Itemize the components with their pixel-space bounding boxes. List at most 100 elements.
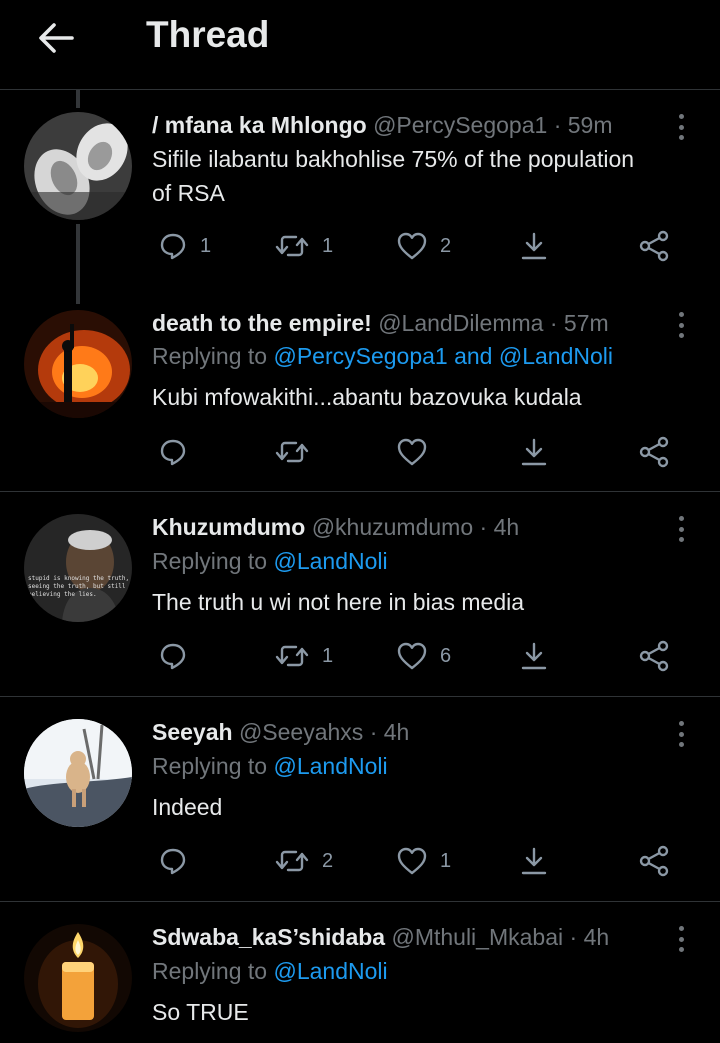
reply-button[interactable]: [158, 841, 200, 881]
share-button[interactable]: [638, 636, 670, 676]
tweet-text: Kubi mfowakithi...abantu bazovuka kudala: [152, 380, 702, 414]
tweet-header: Khuzumdumo @khuzumdumo · 4h: [152, 510, 670, 544]
tweet-text-line: Kubi mfowakithi...abantu bazovuka kudala: [152, 384, 582, 410]
save-button[interactable]: [519, 432, 549, 472]
tweet[interactable]: death to the empire! @LandDilemma · 57m …: [0, 288, 720, 492]
replying-to: Replying to @LandNoli: [152, 545, 388, 577]
tweet[interactable]: Sdwaba_kaS’shidaba @Mthuli_Mkabai · 4h R…: [0, 902, 720, 1043]
tweet-text-line: The truth u wi not here in bias media: [152, 589, 525, 615]
reply-icon: [160, 848, 186, 875]
user-handle[interactable]: @Seeyahxs: [239, 719, 363, 745]
like-count: 1: [440, 849, 452, 872]
avatar-caption-line: believing the lies.: [28, 591, 97, 598]
action-bar: 2 1: [152, 841, 682, 881]
tweet-text: So TRUE: [152, 995, 702, 1029]
retweet-button[interactable]: 2: [274, 841, 333, 881]
share-button[interactable]: [638, 841, 670, 881]
avatar-caption-line: stupid is knowing the truth,: [28, 575, 129, 582]
avatar[interactable]: stupid is knowing the truth, seeing the …: [24, 514, 132, 622]
display-name[interactable]: Seeyah: [152, 719, 233, 745]
tweet-header: / mfana ka Mhlongo @PercySegopa1 · 59m: [152, 108, 670, 142]
retweet-icon: [275, 235, 309, 257]
separator-dot: ·: [479, 514, 488, 540]
more-vertical-icon: [678, 312, 684, 317]
save-download-icon: [521, 847, 547, 875]
save-button[interactable]: [519, 226, 549, 266]
back-button[interactable]: [34, 18, 78, 58]
replying-prefix: Replying to: [152, 343, 274, 369]
tweet[interactable]: / mfana ka Mhlongo @PercySegopa1 · 59m S…: [0, 90, 720, 304]
more-button[interactable]: [670, 514, 692, 544]
reply-icon: [160, 233, 186, 260]
tweet[interactable]: stupid is knowing the truth, seeing the …: [0, 492, 720, 697]
retweet-button[interactable]: 1: [274, 226, 333, 266]
reply-button[interactable]: [158, 636, 200, 676]
share-button[interactable]: [638, 432, 670, 472]
replying-mention[interactable]: @LandNoli: [273, 958, 387, 984]
more-button[interactable]: [670, 924, 692, 954]
thread-line-top: [76, 90, 80, 108]
replying-mention[interactable]: @LandNoli: [273, 753, 387, 779]
display-name[interactable]: death to the empire!: [152, 310, 372, 336]
reply-icon: [160, 439, 186, 466]
tweet-header: death to the empire! @LandDilemma · 57m: [152, 306, 670, 340]
heart-icon: [397, 642, 427, 670]
separator-dot: ·: [549, 310, 558, 336]
replying-mention[interactable]: @PercySegopa1 and @LandNoli: [273, 343, 613, 369]
more-vertical-icon: [678, 926, 684, 931]
more-button[interactable]: [670, 112, 692, 142]
avatar[interactable]: [24, 719, 132, 827]
avatar[interactable]: [24, 310, 132, 418]
like-button[interactable]: 2: [396, 226, 451, 266]
more-button[interactable]: [670, 310, 692, 340]
reply-button[interactable]: 1: [158, 226, 211, 266]
tweet[interactable]: Seeyah @Seeyahxs · 4h Replying to @LandN…: [0, 697, 720, 902]
save-button[interactable]: [519, 841, 549, 881]
display-name[interactable]: / mfana ka Mhlongo: [152, 112, 367, 138]
timestamp[interactable]: 59m: [568, 112, 613, 138]
arrow-left-icon: [39, 23, 74, 53]
tweet-header: Seeyah @Seeyahxs · 4h: [152, 715, 670, 749]
timestamp[interactable]: 57m: [564, 310, 609, 336]
retweet-icon: [275, 441, 309, 463]
replying-prefix: Replying to: [152, 958, 274, 984]
tweet-text-line: Indeed: [152, 794, 223, 820]
like-button[interactable]: 1: [396, 841, 451, 881]
tweet-header: Sdwaba_kaS’shidaba @Mthuli_Mkabai · 4h: [152, 920, 670, 954]
display-name[interactable]: Khuzumdumo: [152, 514, 305, 540]
user-handle[interactable]: @PercySegopa1: [373, 112, 547, 138]
more-button[interactable]: [670, 719, 692, 749]
action-bar: 1 6: [152, 636, 682, 676]
user-handle[interactable]: @khuzumdumo: [312, 514, 473, 540]
retweet-button[interactable]: [274, 432, 322, 472]
share-icon: [639, 640, 669, 672]
action-bar: 1 1 2: [152, 226, 682, 266]
replying-mention[interactable]: @LandNoli: [273, 548, 387, 574]
replying-to: Replying to @LandNoli: [152, 750, 388, 782]
save-download-icon: [521, 438, 547, 466]
like-button[interactable]: 6: [396, 636, 451, 676]
replying-to: Replying to @LandNoli: [152, 955, 388, 987]
display-name[interactable]: Sdwaba_kaS’shidaba: [152, 924, 385, 950]
share-icon: [639, 845, 669, 877]
user-handle[interactable]: @LandDilemma: [378, 310, 543, 336]
like-button[interactable]: [396, 432, 440, 472]
timestamp[interactable]: 4h: [494, 514, 520, 540]
timestamp[interactable]: 4h: [384, 719, 410, 745]
replying-prefix: Replying to: [152, 753, 274, 779]
avatar[interactable]: [24, 924, 132, 1032]
avatar[interactable]: [24, 112, 132, 220]
separator-dot: ·: [553, 112, 562, 138]
timestamp[interactable]: 4h: [584, 924, 610, 950]
reply-count: 1: [200, 234, 212, 257]
share-icon: [639, 230, 669, 262]
share-button[interactable]: [638, 226, 670, 266]
save-button[interactable]: [519, 636, 549, 676]
retweet-button[interactable]: 1: [274, 636, 333, 676]
separator-dot: ·: [369, 719, 378, 745]
reply-button[interactable]: [158, 432, 200, 472]
tweet-text: The truth u wi not here in bias media: [152, 585, 702, 619]
user-handle[interactable]: @Mthuli_Mkabai: [391, 924, 563, 950]
retweet-icon: [275, 645, 309, 667]
retweet-count: 1: [322, 234, 334, 257]
